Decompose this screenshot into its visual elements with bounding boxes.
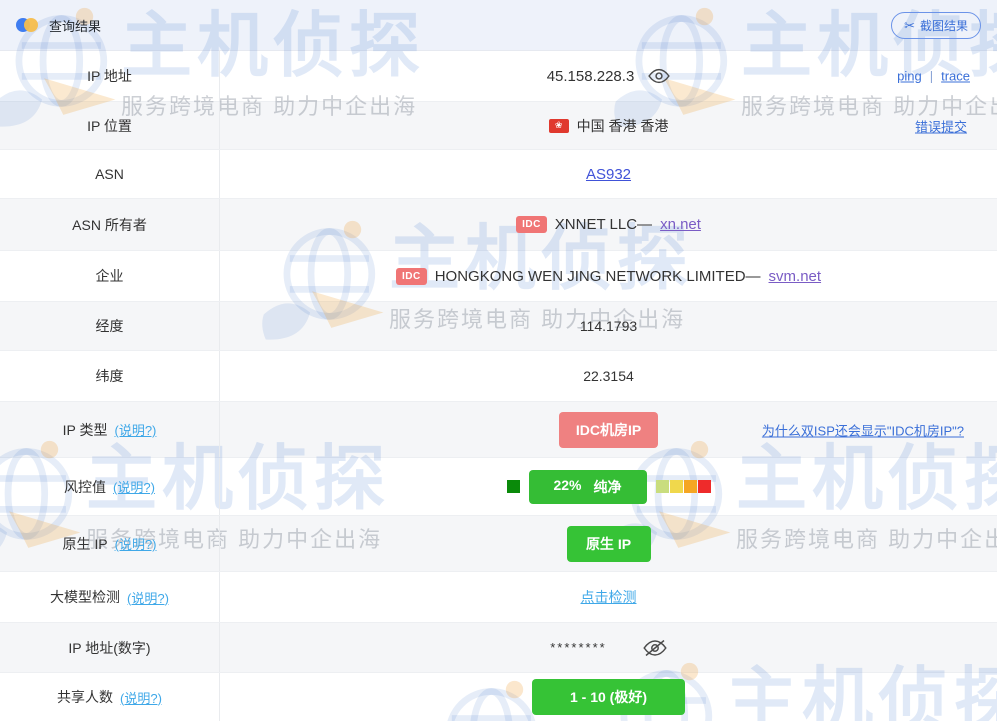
explain-link[interactable]: (说明?)	[127, 588, 169, 607]
table-row-ip-location: IP 位置 ❀ 中国 香港 香港 错误提交	[0, 101, 997, 149]
page-title: 查询结果	[49, 18, 102, 34]
ip-address-value: 45.158.228.3	[546, 67, 635, 85]
idc-badge: IDC	[516, 216, 547, 233]
row-label: 共享人数 (说明?)	[0, 673, 220, 721]
ip-type-badge: IDC机房IP	[558, 411, 659, 448]
enterprise-value: HONGKONG WEN JING NETWORK LIMITED—	[434, 267, 761, 285]
row-label: 大模型检测 (说明?)	[0, 572, 220, 622]
asn-owner-value: XNNET LLC—	[554, 216, 653, 233]
topbar: 查询结果 ✂ 截图结果	[0, 0, 997, 50]
row-label: IP 位置	[0, 102, 220, 149]
table-row-native-ip: 原生 IP (说明?) 原生 IP	[0, 515, 997, 571]
risk-scale-red	[697, 480, 711, 493]
result-table: IP 地址 45.158.228.3 ping | trace IP 位置 ❀ 中国…	[0, 50, 997, 721]
row-label: 风控值 (说明?)	[0, 458, 220, 515]
row-label: IP 地址	[0, 51, 220, 101]
row-label: 企业	[0, 251, 220, 301]
table-row-latitude: 纬度 22.3154	[0, 350, 997, 401]
risk-purity: 纯净	[593, 478, 622, 495]
idc-badge: IDC	[395, 267, 427, 285]
explain-link[interactable]: (说明?)	[113, 477, 155, 496]
eye-off-icon[interactable]	[643, 640, 667, 656]
explain-link[interactable]: (说明?)	[120, 688, 162, 707]
table-row-ip-numeric: IP 地址(数字) ********	[0, 622, 997, 672]
enterprise-site-link[interactable]: svm.net	[769, 268, 822, 285]
row-label: ASN	[0, 150, 220, 198]
error-submit-link[interactable]: 错误提交	[915, 116, 967, 135]
risk-scale	[655, 480, 711, 493]
latitude-value: 22.3154	[583, 368, 634, 384]
link-separator: |	[929, 68, 934, 84]
longitude-value: 114.1793	[579, 318, 638, 334]
risk-level-marker	[506, 480, 520, 493]
row-label: 纬度	[0, 351, 220, 401]
asn-owner-site-link[interactable]: xn.net	[660, 216, 701, 233]
table-row-shared-users: 共享人数 (说明?) 1 - 10 (极好)	[0, 672, 997, 721]
table-row-enterprise: 企业 IDC HONGKONG WEN JING NETWORK LIMITED…	[0, 250, 997, 301]
row-label: 原生 IP (说明?)	[0, 516, 220, 571]
scissors-icon: ✂	[904, 17, 915, 33]
table-row-asn-owner: ASN 所有者 IDC XNNET LLC— xn.net	[0, 198, 997, 250]
screenshot-result-button[interactable]: ✂ 截图结果	[891, 11, 981, 39]
query-result-page: 主机侦探 服务跨境电商 助力中企出海 主机侦探 服务跨境电商 助力中企出海 主机…	[0, 0, 997, 721]
table-row-ip-type: IP 类型 (说明?) IDC机房IP 为什么双ISP还会显示"IDC机房IP"…	[0, 401, 997, 457]
ip-location-value: 中国 香港 香港	[576, 117, 669, 134]
hong-kong-flag-icon: ❀	[548, 118, 569, 133]
asn-link[interactable]: AS932	[586, 166, 631, 183]
why-dual-isp-link[interactable]: 为什么双ISP还会显示"IDC机房IP"?	[762, 420, 964, 439]
shared-users-badge: 1 - 10 (极好)	[532, 679, 685, 715]
explain-link[interactable]: (说明?)	[114, 420, 156, 439]
table-row-asn: ASN AS932	[0, 149, 997, 198]
query-result-logo-icon	[16, 17, 40, 33]
click-detect-link[interactable]: 点击检测	[581, 587, 637, 607]
table-row-longitude: 经度 114.1793	[0, 301, 997, 350]
ping-link[interactable]: ping	[897, 69, 922, 84]
risk-percent: 22%	[553, 476, 582, 493]
explain-link[interactable]: (说明?)	[115, 534, 157, 553]
masked-ip-numeric-value: ********	[550, 640, 607, 655]
native-ip-badge: 原生 IP	[566, 525, 651, 562]
row-label: IP 类型 (说明?)	[0, 402, 220, 457]
risk-scale-yellow	[669, 480, 683, 493]
risk-scale-green	[655, 480, 669, 493]
trace-link[interactable]: trace	[941, 69, 970, 84]
table-row-ip-address: IP 地址 45.158.228.3 ping | trace	[0, 50, 997, 101]
risk-value-badge: 22% 纯净	[528, 469, 647, 504]
row-label: IP 地址(数字)	[0, 623, 220, 672]
table-row-risk-value: 风控值 (说明?) 22% 纯净	[0, 457, 997, 515]
eye-icon[interactable]	[648, 68, 670, 84]
table-row-llm-detect: 大模型检测 (说明?) 点击检测	[0, 571, 997, 622]
ping-trace-links: ping | trace	[897, 69, 970, 84]
row-label: 经度	[0, 302, 220, 350]
row-label: ASN 所有者	[0, 199, 220, 250]
risk-scale-orange	[683, 480, 697, 493]
